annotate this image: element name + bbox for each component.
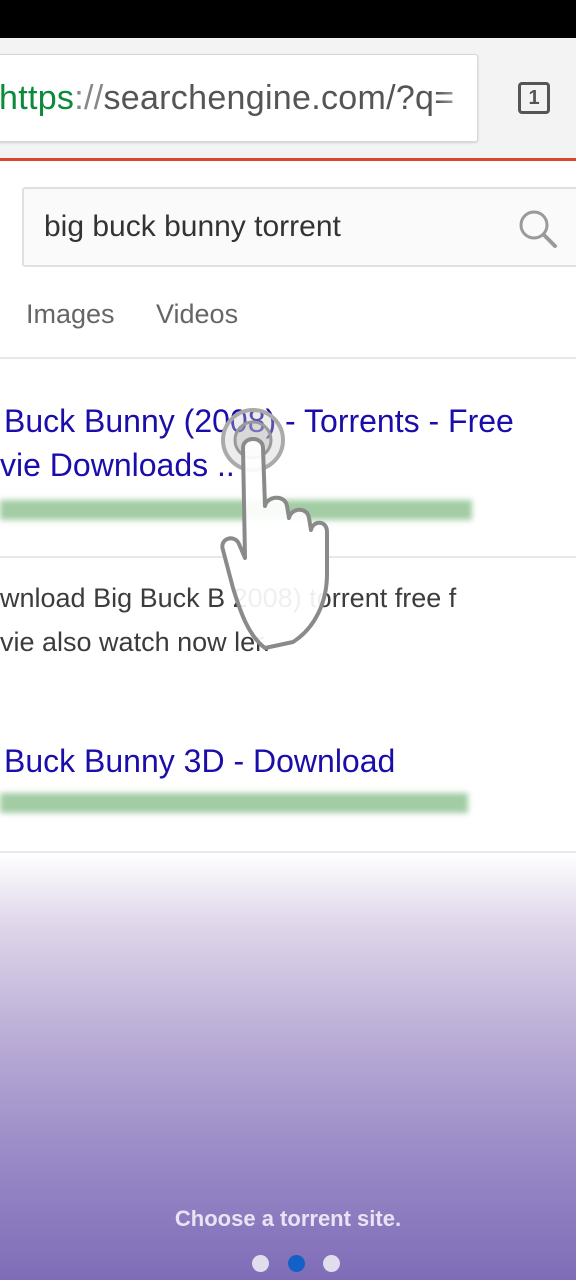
url-fade bbox=[437, 55, 477, 141]
tap-hand-icon bbox=[220, 408, 329, 650]
url-scheme: https bbox=[0, 79, 75, 117]
address-bar[interactable]: https://searchengine.com/?q= bbox=[0, 54, 478, 142]
page-dot[interactable] bbox=[252, 1255, 269, 1272]
browser-toolbar: https://searchengine.com/?q= 1 bbox=[0, 38, 576, 158]
page-dot[interactable] bbox=[323, 1255, 340, 1272]
search-query: big buck bunny torrent bbox=[44, 210, 341, 243]
page-dot-active[interactable] bbox=[288, 1255, 305, 1272]
url-separator: :// bbox=[74, 79, 104, 117]
result-url-blurred bbox=[0, 793, 468, 813]
tutorial-caption: Choose a torrent site. bbox=[174, 1206, 402, 1231]
tab-images[interactable]: Images bbox=[26, 295, 115, 333]
page-indicator bbox=[252, 1255, 352, 1273]
tab-videos[interactable]: Videos bbox=[156, 295, 238, 333]
url-host: searchengine.com/?q= bbox=[103, 79, 455, 117]
search-icon[interactable] bbox=[516, 207, 560, 251]
url-text: https://searchengine.com/?q= bbox=[0, 78, 454, 118]
result-title[interactable]: Buck Bunny 3D - Download bbox=[4, 739, 395, 783]
search-input[interactable]: big buck bunny torrent bbox=[22, 187, 576, 267]
divider bbox=[0, 357, 576, 359]
status-bar bbox=[0, 0, 576, 38]
tab-switcher-button[interactable]: 1 bbox=[518, 82, 550, 114]
